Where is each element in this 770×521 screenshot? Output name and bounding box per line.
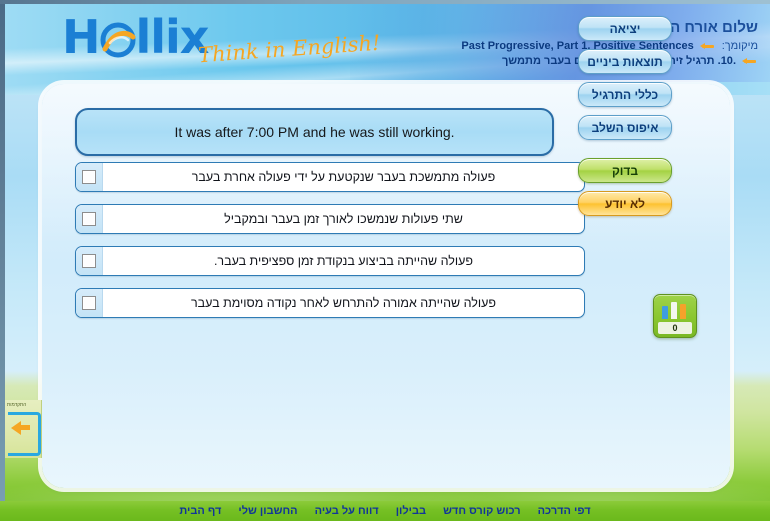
location-label: מיקומך: (721, 40, 758, 52)
question-box: It was after 7:00 PM and he was still wo… (75, 108, 554, 156)
reset-stage-button[interactable]: איפוס השלב (578, 115, 672, 140)
answer-checkbox-cell-3[interactable] (76, 247, 103, 275)
logo-text-before: H (62, 10, 100, 64)
bar-chart-icon (662, 301, 688, 319)
footer-link-guides[interactable]: דפי הדרכה (538, 505, 591, 517)
checkbox-icon-4[interactable] (82, 296, 96, 310)
answer-label-4: פעולה שהייתה אמורה להתרחש לאחר נקודה מסו… (190, 296, 497, 310)
exit-button[interactable]: יציאה (578, 16, 672, 41)
footer-nav: דף הבית החשבון שלי דווח על בעיה בבילון ר… (0, 501, 770, 521)
checkbox-icon-1[interactable] (82, 170, 96, 184)
checkbox-icon-3[interactable] (82, 254, 96, 268)
exercise-rules-button[interactable]: כללי התרגיל (578, 82, 672, 107)
answer-option-4[interactable]: פעולה שהייתה אמורה להתרחש לאחר נקודה מסו… (75, 288, 585, 318)
answer-label-3: פעולה שהייתה בביצוע בנקודת זמן ספציפית ב… (213, 254, 474, 268)
footer-link-babylon[interactable]: בבילון (396, 505, 426, 517)
arrow-left-icon-tail (20, 425, 30, 430)
question-text: It was after 7:00 PM and he was still wo… (174, 124, 455, 140)
score-widget[interactable]: 0 (653, 294, 697, 338)
answer-checkbox-cell-2[interactable] (76, 205, 103, 233)
arrow-marker-icon-2 (742, 57, 758, 65)
dont-know-button[interactable]: לא יודע (578, 191, 672, 216)
action-sidebar: יציאה תוצאות ביניים כללי התרגיל איפוס הש… (578, 16, 676, 224)
footer-link-buy-course[interactable]: רכוש קורס חדש (443, 505, 521, 517)
footer-link-report-problem[interactable]: דווח על בעיה (315, 505, 379, 517)
answer-list: פעולה מתמשכת בעבר שנקטעת על ידי פעולה אח… (75, 162, 585, 330)
arrow-marker-icon (699, 42, 716, 50)
answer-option-2[interactable]: שתי פעולות שנמשכו לאורך זמן בעבר ובמקביל (75, 204, 585, 234)
window-frame-left (0, 0, 5, 521)
swirl-e-icon (100, 19, 136, 58)
brand-logo[interactable]: H llix (62, 14, 209, 60)
progress-side-tab[interactable]: התקדמות (5, 400, 42, 458)
score-value: 0 (658, 322, 692, 334)
answer-checkbox-cell-4[interactable] (76, 289, 103, 317)
answer-label-2: שתי פעולות שנמשכו לאורך זמן בעבר ובמקביל (224, 212, 463, 226)
answer-checkbox-cell-1[interactable] (76, 163, 103, 191)
footer-link-home[interactable]: דף הבית (179, 505, 221, 517)
check-button[interactable]: בדוק (578, 158, 672, 183)
window-frame-top (0, 0, 770, 4)
interim-results-button[interactable]: תוצאות ביניים (578, 49, 672, 74)
checkbox-icon-2[interactable] (82, 212, 96, 226)
footer-link-my-account[interactable]: החשבון שלי (238, 505, 297, 517)
answer-option-3[interactable]: פעולה שהייתה בביצוע בנקודת זמן ספציפית ב… (75, 246, 585, 276)
progress-tab-label: התקדמות (7, 402, 27, 408)
answer-option-1[interactable]: פעולה מתמשכת בעבר שנקטעת על ידי פעולה אח… (75, 162, 585, 192)
exercise-page: H llix Think in English! שלום אורח הדגמה… (0, 0, 770, 521)
answer-label-1: פעולה מתמשכת בעבר שנקטעת על ידי פעולה אח… (191, 170, 496, 184)
